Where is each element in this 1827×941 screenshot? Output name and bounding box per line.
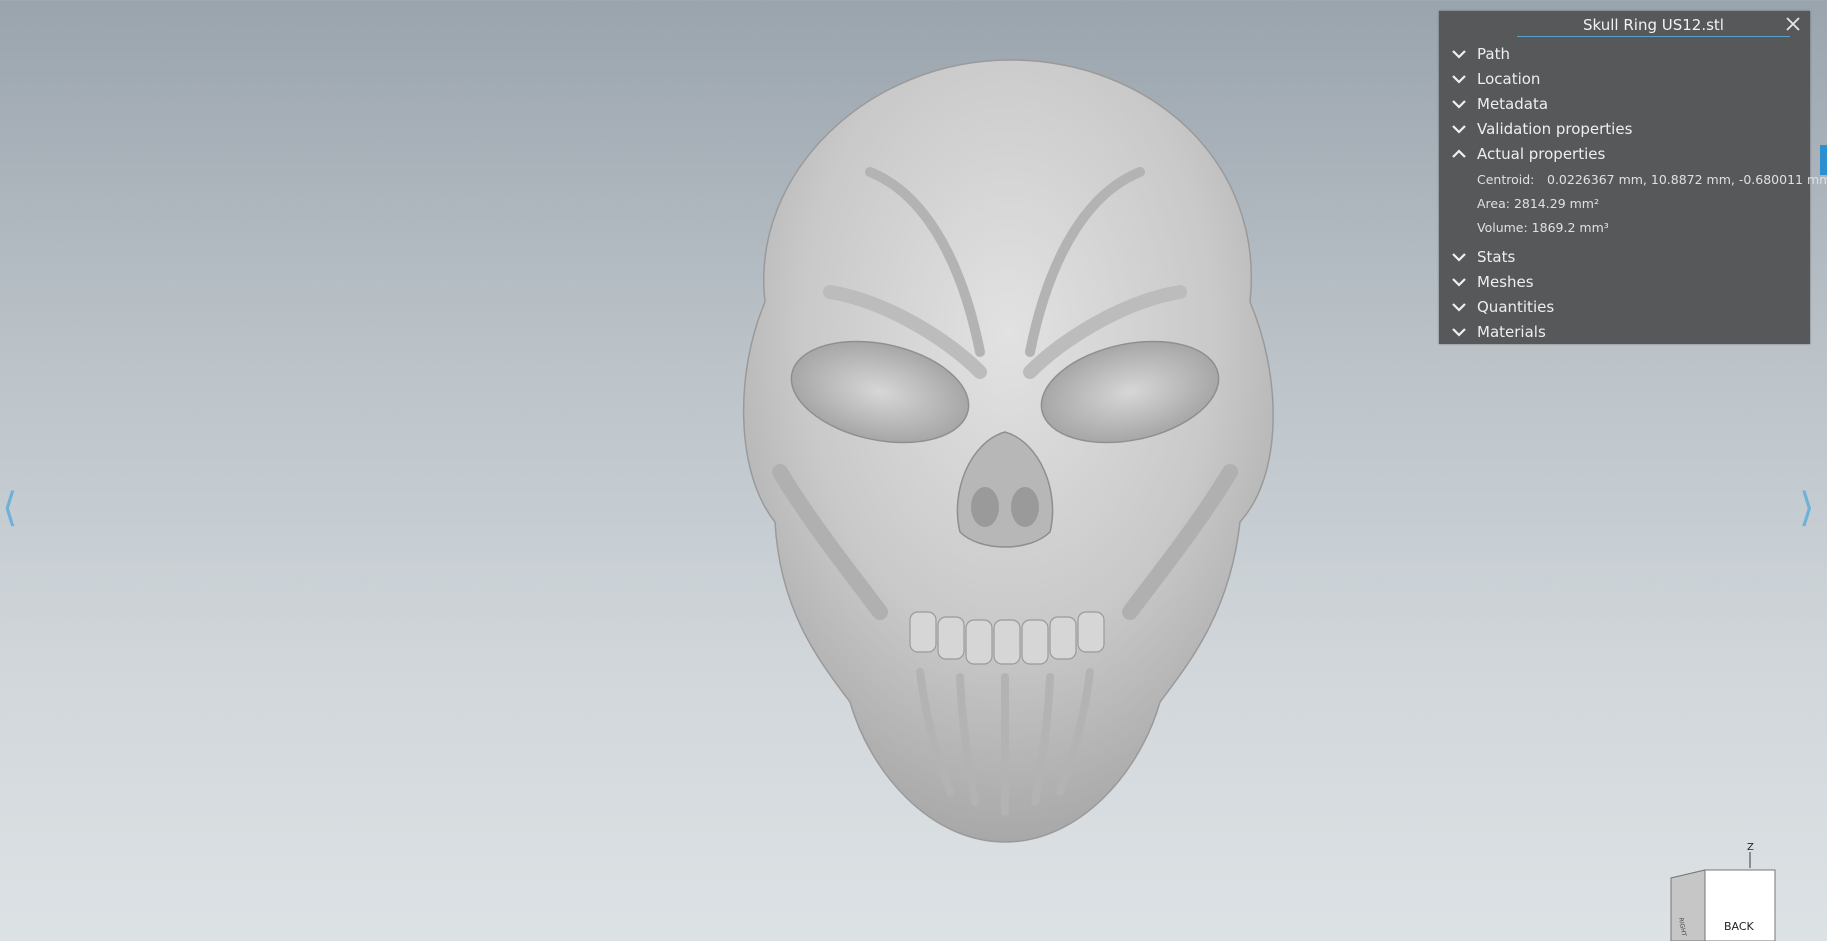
actual-properties-details: Centroid: 0.0226367 mm, 10.8872 mm, -0.68… <box>1439 166 1827 244</box>
axis-z-label: Z <box>1747 842 1754 853</box>
section-label: Meshes <box>1477 272 1534 291</box>
properties-panel: Skull Ring US12.stl Path Location Metada… <box>1439 11 1827 344</box>
section-validation-properties[interactable]: Validation properties <box>1439 116 1810 141</box>
section-actual-properties[interactable]: Actual properties <box>1439 141 1810 166</box>
section-label: Metadata <box>1477 94 1549 113</box>
section-stats[interactable]: Stats <box>1439 244 1810 269</box>
section-label: Materials <box>1477 322 1546 341</box>
chevron-up-icon <box>1452 148 1466 158</box>
skull-ring-model[interactable] <box>720 52 1290 852</box>
section-meshes[interactable]: Meshes <box>1439 269 1810 294</box>
centroid-row: Centroid: 0.0226367 mm, 10.8872 mm, -0.68… <box>1477 168 1827 192</box>
section-metadata[interactable]: Metadata <box>1439 91 1810 116</box>
chevron-down-icon <box>1452 49 1466 59</box>
navigation-cube[interactable]: Z BACK RIGHT <box>1665 840 1785 941</box>
section-label: Stats <box>1477 247 1516 266</box>
centroid-value: 0.0226367 mm, 10.8872 mm, -0.680011 mm <box>1547 172 1827 187</box>
centroid-label: Centroid: <box>1477 172 1535 187</box>
section-quantities[interactable]: Quantities <box>1439 294 1810 319</box>
section-label: Quantities <box>1477 297 1555 316</box>
scrollbar-accent <box>1820 145 1827 175</box>
section-label: Validation properties <box>1477 119 1633 138</box>
section-location[interactable]: Location <box>1439 66 1810 91</box>
cube-side-face[interactable] <box>1670 869 1706 941</box>
area-row: Area: 2814.29 mm² <box>1477 196 1599 211</box>
volume-row: Volume: 1869.2 mm³ <box>1477 220 1609 235</box>
section-label: Actual properties <box>1477 144 1606 163</box>
section-label: Path <box>1477 44 1510 63</box>
next-arrow[interactable]: ⟩ <box>1799 488 1815 528</box>
chevron-down-icon <box>1452 74 1466 84</box>
previous-arrow[interactable]: ⟨ <box>2 488 18 528</box>
section-path[interactable]: Path <box>1439 41 1810 66</box>
chevron-down-icon <box>1452 99 1466 109</box>
panel-header: Skull Ring US12.stl <box>1439 11 1810 41</box>
chevron-down-icon <box>1452 124 1466 134</box>
close-icon[interactable] <box>1784 15 1802 33</box>
section-label: Location <box>1477 69 1541 88</box>
panel-title: Skull Ring US12.stl <box>1517 16 1790 37</box>
chevron-down-icon <box>1452 252 1466 262</box>
chevron-down-icon <box>1452 302 1466 312</box>
cube-back-label: BACK <box>1724 920 1755 933</box>
chevron-down-icon <box>1452 327 1466 337</box>
section-materials[interactable]: Materials <box>1439 319 1810 344</box>
chevron-down-icon <box>1452 277 1466 287</box>
